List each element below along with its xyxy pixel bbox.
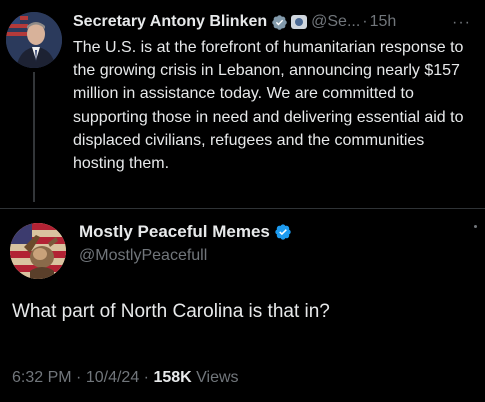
tweet-time[interactable]: 6:32 PM xyxy=(12,369,72,386)
views-label: Views xyxy=(196,369,239,386)
author-handle[interactable]: @Se... xyxy=(311,13,360,31)
government-affiliation-icon[interactable] xyxy=(291,15,308,29)
reply-parent-tweet[interactable]: Secretary Antony Blinken @Se... · 15h ··… xyxy=(0,0,485,208)
tweet-header: Secretary Antony Blinken @Se... · 15h xyxy=(73,10,478,34)
focused-reply-tweet[interactable]: Mostly Peaceful Memes @MostlyPeacefull W… xyxy=(0,209,485,402)
separator-dot: · xyxy=(143,369,149,386)
thread-connector-line xyxy=(33,72,35,202)
tweet-date[interactable]: 10/4/24 xyxy=(86,369,139,386)
separator-dot: · xyxy=(76,369,82,386)
author-name[interactable]: Mostly Peaceful Memes xyxy=(79,222,270,242)
author-name-row: Mostly Peaceful Memes xyxy=(79,222,292,242)
avatar-mostly-peaceful-memes[interactable] xyxy=(10,223,66,279)
more-options-icon[interactable]: ··· xyxy=(452,14,471,32)
author-name[interactable]: Secretary Antony Blinken xyxy=(73,13,267,31)
more-options-icon[interactable] xyxy=(474,225,477,228)
author-handle[interactable]: @MostlyPeacefull xyxy=(79,247,207,265)
views-count[interactable]: 158K xyxy=(153,369,191,386)
avatar-blinken[interactable] xyxy=(6,12,62,68)
tweet-time[interactable]: 15h xyxy=(370,13,397,31)
separator-dot: · xyxy=(362,13,368,30)
gray-verified-badge-icon[interactable] xyxy=(271,14,288,31)
tweet-metadata: 6:32 PM · 10/4/24 · 158K Views xyxy=(12,369,239,387)
tweet-text: The U.S. is at the forefront of humanita… xyxy=(73,39,464,173)
tweet-text: What part of North Carolina is that in? xyxy=(12,301,330,322)
blue-verified-badge-icon[interactable] xyxy=(274,223,292,241)
